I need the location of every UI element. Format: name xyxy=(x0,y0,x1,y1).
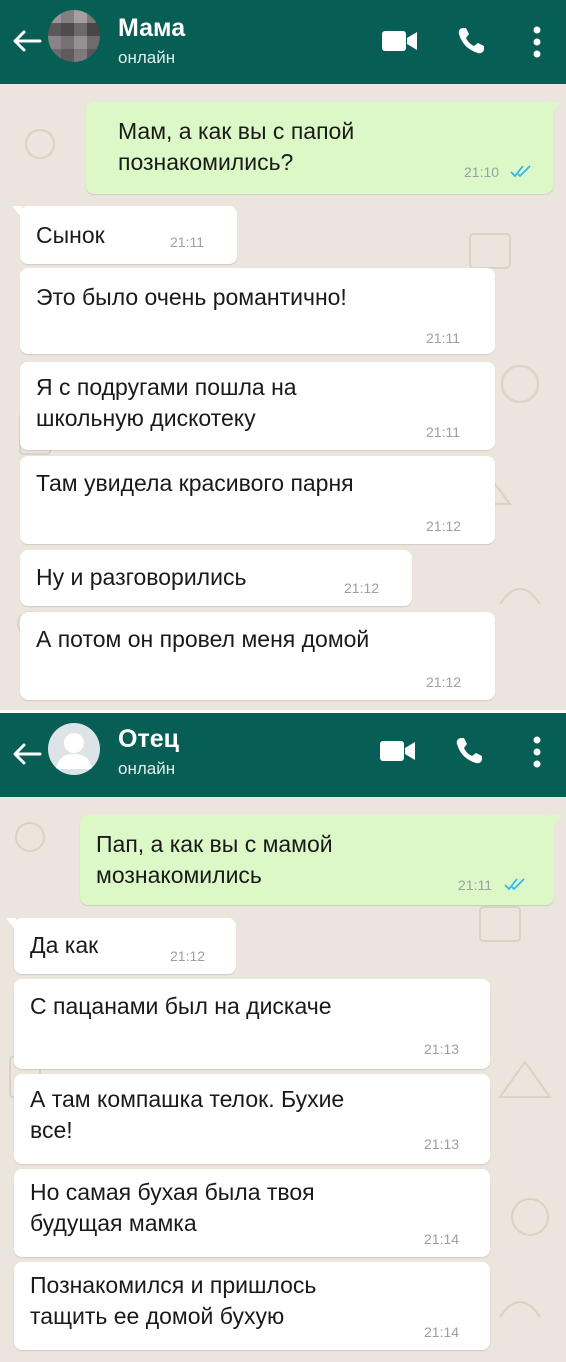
message-text: Но самая бухая была твоя будущая мамка xyxy=(30,1179,315,1236)
message-time: 21:11 xyxy=(426,424,460,440)
message-time: 21:12 xyxy=(426,674,462,690)
message-text: А потом он провел меня домой xyxy=(36,626,370,652)
message-text: Ну и разговорились xyxy=(36,564,247,590)
message-time: 21:12 xyxy=(426,518,462,534)
message-text: Познакомился и пришлось тащить ее домой … xyxy=(30,1272,317,1329)
message-incoming[interactable]: Сынок 21:11 xyxy=(12,206,237,264)
message-text: Я с подругами пошла на школьную дискотек… xyxy=(36,374,297,431)
message-time: 21:11 xyxy=(426,330,460,346)
double-check-icon xyxy=(510,165,531,178)
message-time: 21:13 xyxy=(424,1136,460,1152)
message-time: 21:11 xyxy=(170,234,204,250)
message-incoming[interactable]: Да как 21:12 xyxy=(6,918,236,974)
message-incoming[interactable]: С пацанами был на дискаче 21:13 xyxy=(14,979,490,1069)
message-text: Пап, а как вы с мамой мознакомились xyxy=(96,831,333,888)
video-camera-icon[interactable] xyxy=(378,737,418,765)
message-text: А там компашка телок. Бухие все! xyxy=(30,1086,345,1143)
message-incoming[interactable]: Ну и разговорились 21:12 xyxy=(20,550,412,606)
chat-header: Отец онлайн xyxy=(0,713,566,797)
more-vertical-icon[interactable] xyxy=(530,734,544,770)
message-text: Сынок xyxy=(36,222,105,248)
contact-name[interactable]: Отец xyxy=(118,725,179,754)
contact-avatar[interactable] xyxy=(48,10,100,62)
message-incoming[interactable]: А потом он провел меня домой 21:12 xyxy=(20,612,495,700)
video-camera-icon[interactable] xyxy=(380,27,420,55)
default-avatar-icon xyxy=(56,733,92,769)
message-incoming[interactable]: Но самая бухая была твоя будущая мамка 2… xyxy=(14,1169,490,1257)
message-time: 21:14 xyxy=(424,1231,460,1247)
message-text: С пацанами был на дискаче xyxy=(30,993,332,1019)
message-time: 21:14 xyxy=(424,1324,460,1340)
message-time: 21:10 xyxy=(464,164,500,180)
more-vertical-icon[interactable] xyxy=(530,24,544,60)
message-text: Это было очень романтично! xyxy=(36,284,347,310)
contact-status: онлайн xyxy=(118,759,176,778)
message-text: Там увидела красивого парня xyxy=(36,470,354,496)
phone-icon[interactable] xyxy=(452,734,486,768)
message-text: Мам, а как вы с папой познакомились? xyxy=(118,118,355,175)
chat-screen-dad: Отец онлайн Пап, а как вы с мамой мознак… xyxy=(0,713,566,1362)
message-incoming[interactable]: Это было очень романтично! 21:11 xyxy=(20,268,495,354)
message-text: Да как xyxy=(30,932,99,958)
chat-screen-mom: Мама онлайн Мам, а как вы с папой познак… xyxy=(0,0,566,710)
chat-header: Мама онлайн xyxy=(0,0,566,84)
message-outgoing[interactable]: Мам, а как вы с папой познакомились? 21:… xyxy=(86,102,561,194)
phone-icon[interactable] xyxy=(454,24,488,58)
contact-status: онлайн xyxy=(118,48,176,67)
message-incoming[interactable]: А там компашка телок. Бухие все! 21:13 xyxy=(14,1074,490,1164)
message-incoming[interactable]: Познакомился и пришлось тащить ее домой … xyxy=(14,1262,490,1350)
message-outgoing[interactable]: Пап, а как вы с мамой мознакомились 21:1… xyxy=(80,815,562,905)
message-time: 21:12 xyxy=(170,948,206,964)
message-incoming[interactable]: Я с подругами пошла на школьную дискотек… xyxy=(20,362,495,450)
contact-name[interactable]: Мама xyxy=(118,14,185,43)
arrow-left-icon[interactable] xyxy=(10,737,44,771)
message-time: 21:11 xyxy=(458,877,492,893)
message-time: 21:12 xyxy=(344,580,380,596)
message-time: 21:13 xyxy=(424,1041,460,1057)
message-incoming[interactable]: Там увидела красивого парня 21:12 xyxy=(20,456,495,544)
double-check-icon xyxy=(504,878,525,891)
arrow-left-icon[interactable] xyxy=(10,24,44,58)
contact-avatar[interactable] xyxy=(48,723,100,775)
